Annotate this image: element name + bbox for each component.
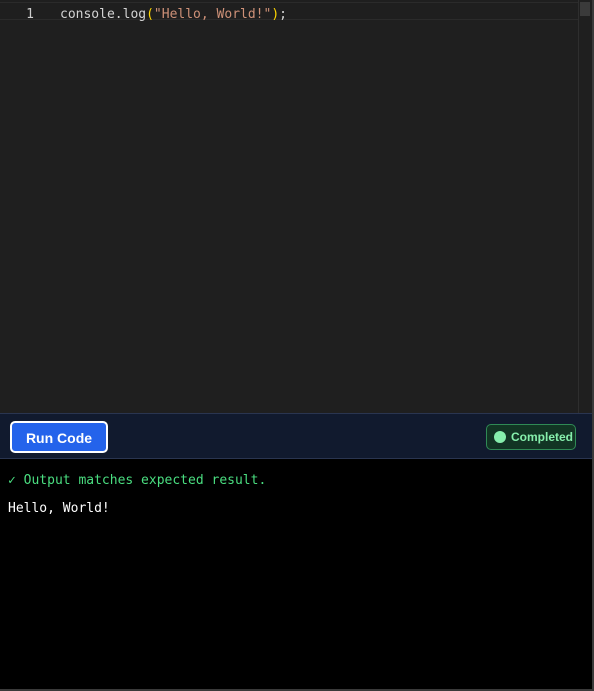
output-console: ✓ Output matches expected result. Hello,… xyxy=(0,459,594,691)
line-number: 1 xyxy=(26,7,34,22)
status-dot-icon xyxy=(494,431,506,443)
code-token-string: "Hello, World!" xyxy=(153,7,272,22)
run-toolbar: Run Code Completed xyxy=(0,413,594,459)
scrollbar-cursor-marker xyxy=(580,2,590,16)
program-output: Hello, World! xyxy=(8,501,110,516)
code-token-open-paren: ( xyxy=(146,7,154,22)
code-editor[interactable]: 1 console.log("Hello, World!"); xyxy=(0,0,594,413)
code-line[interactable]: console.log("Hello, World!"); xyxy=(60,6,287,23)
run-code-button[interactable]: Run Code xyxy=(10,421,108,453)
code-token-close-paren: ) xyxy=(271,7,280,22)
status-badge: Completed xyxy=(486,424,576,450)
result-message: ✓ Output matches expected result. xyxy=(8,473,267,488)
status-label: Completed xyxy=(511,430,574,444)
code-runner: 1 console.log("Hello, World!"); Run Code… xyxy=(0,0,594,691)
editor-line-active[interactable]: 1 console.log("Hello, World!"); xyxy=(0,2,578,23)
code-token-call: console.log xyxy=(60,7,147,22)
code-token-semicolon: ; xyxy=(279,7,287,22)
